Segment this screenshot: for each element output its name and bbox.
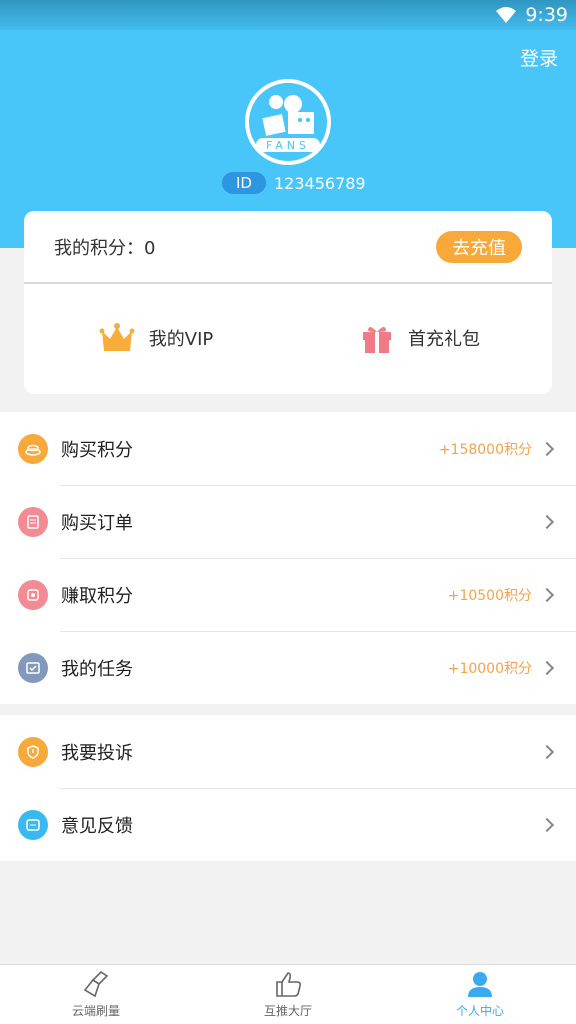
status-bar: 9:39	[495, 4, 568, 26]
login-button[interactable]: 登录	[520, 44, 558, 71]
user-id-row: ID 123456789	[222, 172, 366, 194]
points-card: 我的积分：0 去充值 我的VIP 首充礼包	[24, 211, 552, 394]
menu-item-extra: +158000积分	[438, 441, 532, 458]
points-row: 我的积分：0 去充值	[24, 211, 552, 284]
clipboard-icon	[18, 506, 48, 537]
avatar[interactable]: FANS	[245, 79, 331, 165]
my-vip-label: 我的VIP	[148, 329, 214, 350]
thumbs-up-icon	[276, 972, 302, 997]
status-bar-bg	[0, 0, 576, 30]
tab-personal-center[interactable]: 个人中心	[384, 965, 576, 1024]
recharge-button[interactable]: 去充值	[436, 230, 522, 263]
coins-icon	[18, 433, 48, 464]
menu-item-label: 我要投诉	[61, 742, 133, 764]
wifi-icon	[496, 7, 517, 23]
chevron-right-icon	[539, 587, 555, 602]
menu-item-purchase-orders[interactable]: 购买订单	[0, 485, 576, 558]
menu-item-earn-points[interactable]: 赚取积分 +10500积分	[0, 558, 576, 631]
tab-label: 互推大厅	[263, 1004, 312, 1018]
chevron-right-icon	[539, 817, 555, 832]
coin-stack-icon	[18, 579, 48, 610]
my-vip-button[interactable]: 我的VIP	[24, 284, 288, 392]
bottom-tab-bar: 云端刷量 互推大厅 个人中心	[0, 964, 576, 1024]
menu-item-complaint[interactable]: 我要投诉	[0, 715, 576, 788]
message-icon	[18, 809, 48, 840]
menu-list-secondary: 我要投诉 意见反馈	[0, 715, 576, 861]
svg-text:FANS: FANS	[266, 139, 310, 152]
fans-logo-icon: FANS	[249, 83, 327, 161]
gift-icon	[363, 326, 391, 353]
broom-icon	[83, 970, 109, 998]
first-charge-gift-button[interactable]: 首充礼包	[288, 284, 552, 392]
menu-item-label: 购买积分	[61, 439, 133, 461]
menu-item-label: 意见反馈	[61, 815, 133, 837]
menu-list-primary: 购买积分 +158000积分 购买订单 赚取积分 +10500积分 我的任务 +…	[0, 412, 576, 704]
chevron-right-icon	[539, 441, 555, 456]
tab-promotion-hall[interactable]: 互推大厅	[192, 965, 384, 1024]
user-id-value: 123456789	[273, 173, 366, 193]
tab-label: 个人中心	[455, 1004, 504, 1018]
task-icon	[18, 652, 48, 683]
shield-icon	[18, 736, 48, 767]
menu-item-buy-points[interactable]: 购买积分 +158000积分	[0, 412, 576, 485]
menu-item-feedback[interactable]: 意见反馈	[0, 788, 576, 861]
menu-item-extra: +10500积分	[447, 587, 532, 604]
chevron-right-icon	[539, 744, 555, 759]
menu-item-label: 赚取积分	[61, 585, 133, 607]
chevron-right-icon	[539, 514, 555, 529]
menu-item-label: 我的任务	[61, 658, 133, 680]
menu-item-label: 购买订单	[61, 512, 133, 534]
card-actions: 我的VIP 首充礼包	[24, 284, 552, 392]
crown-icon	[99, 323, 135, 351]
tab-cloud-boost[interactable]: 云端刷量	[0, 965, 192, 1024]
tab-label: 云端刷量	[71, 1004, 120, 1018]
status-time: 9:39	[525, 4, 568, 26]
points-label: 我的积分：0	[54, 237, 156, 259]
first-charge-gift-label: 首充礼包	[408, 329, 480, 350]
menu-item-extra: +10000积分	[447, 660, 532, 677]
chevron-right-icon	[539, 660, 555, 675]
person-icon	[468, 972, 492, 997]
id-badge: ID	[222, 172, 266, 194]
menu-item-my-tasks[interactable]: 我的任务 +10000积分	[0, 631, 576, 704]
